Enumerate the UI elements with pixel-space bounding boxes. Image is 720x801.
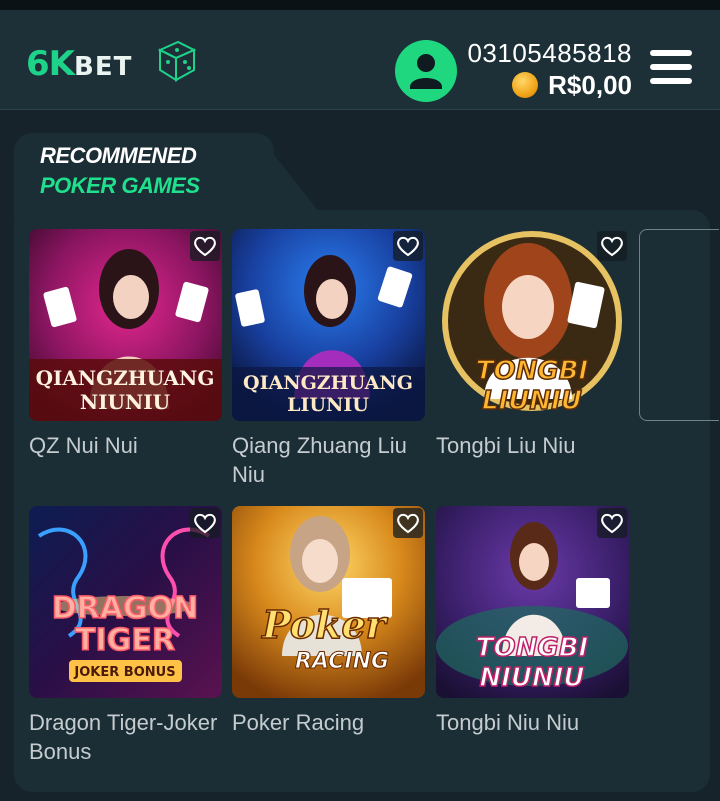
svg-text:LIUNIU: LIUNIU — [482, 386, 582, 416]
status-strip — [0, 0, 720, 10]
svg-text:TONGBI: TONGBI — [476, 356, 589, 386]
section-title-line1: RECOMMENED — [40, 143, 197, 168]
game-title[interactable]: Qiang Zhuang Liu Niu — [232, 431, 425, 489]
game-card-qiang-zhuang-liu-niu[interactable]: QIANGZHUANG LIUNIU Qiang Zhuang Liu Niu — [232, 229, 425, 489]
game-thumbnail[interactable]: Poker RACING — [232, 506, 425, 698]
svg-text:RACING: RACING — [295, 649, 389, 674]
account-phone: 03105485818 — [467, 38, 632, 68]
svg-text:DRAGON: DRAGON — [52, 591, 198, 626]
svg-text:Poker: Poker — [261, 602, 388, 647]
game-card-tongbi-niu-niu[interactable]: TONGBI NIUNIU Tongbi Niu Niu — [436, 506, 629, 737]
svg-text:TIGER: TIGER — [75, 623, 175, 658]
favorite-heart-icon[interactable] — [597, 231, 627, 261]
favorite-heart-icon[interactable] — [190, 231, 220, 261]
user-avatar[interactable] — [395, 40, 457, 102]
svg-text:NIUNIU: NIUNIU — [80, 390, 170, 414]
game-title[interactable]: Tongbi Liu Niu — [436, 431, 629, 460]
hamburger-menu-icon[interactable] — [650, 50, 692, 90]
game-title[interactable]: Poker Racing — [232, 708, 425, 737]
game-thumbnail[interactable]: QIANGZHUANG LIUNIU — [232, 229, 425, 421]
favorite-heart-icon[interactable] — [597, 508, 627, 538]
game-thumbnail[interactable]: QIANGZHUANG NIUNIU — [29, 229, 222, 421]
svg-text:NIUNIU: NIUNIU — [479, 663, 584, 693]
game-card-tongbi-liu-niu[interactable]: TONGBI LIUNIU Tongbi Liu Niu — [436, 229, 629, 460]
game-thumbnail[interactable]: DRAGON TIGER JOKER BONUS — [29, 506, 222, 698]
svg-text:QIANGZHUANG: QIANGZHUANG — [243, 372, 413, 394]
section-title-line2: POKER GAMES — [40, 173, 200, 198]
next-game-card-partial[interactable] — [639, 229, 719, 421]
section-tab-slope — [230, 133, 320, 213]
balance-display[interactable]: R$0,00 — [512, 70, 632, 100]
game-thumbnail[interactable]: TONGBI NIUNIU — [436, 506, 629, 698]
user-icon — [410, 54, 442, 89]
favorite-heart-icon[interactable] — [393, 231, 423, 261]
game-card-qz-nui-nui[interactable]: QIANGZHUANG NIUNIU QZ Nui Nui — [29, 229, 222, 460]
brand-logo[interactable]: 6KBET — [26, 36, 197, 92]
balance-amount: R$0,00 — [548, 69, 632, 100]
svg-text:JOKER BONUS: JOKER BONUS — [73, 665, 175, 680]
top-header: 6KBET 03105485818 R$0,00 — [0, 10, 720, 110]
svg-text:LIUNIU: LIUNIU — [287, 394, 369, 416]
game-card-poker-racing[interactable]: Poker RACING Poker Racing — [232, 506, 425, 737]
game-title[interactable]: QZ Nui Nui — [29, 431, 222, 460]
game-title[interactable]: Dragon Tiger-Joker Bonus — [29, 708, 222, 766]
favorite-heart-icon[interactable] — [393, 508, 423, 538]
svg-text:QIANGZHUANG: QIANGZHUANG — [36, 366, 215, 390]
game-title[interactable]: Tongbi Niu Niu — [436, 708, 629, 737]
dice-icon — [157, 40, 197, 82]
game-card-dragon-tiger-joker-bonus[interactable]: DRAGON TIGER JOKER BONUS Dragon Tiger-Jo… — [29, 506, 222, 766]
coin-icon — [512, 72, 539, 98]
svg-text:TONGBI: TONGBI — [476, 633, 589, 663]
favorite-heart-icon[interactable] — [190, 508, 220, 538]
game-thumbnail[interactable]: TONGBI LIUNIU — [436, 229, 629, 421]
